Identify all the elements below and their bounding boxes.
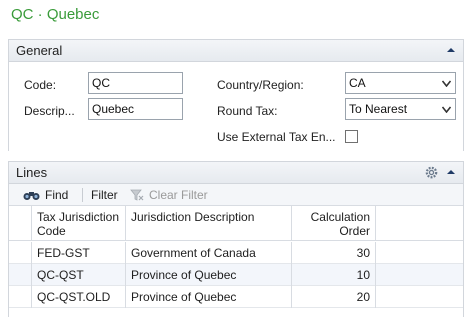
cell-filler (375, 264, 463, 286)
description-label: Descrip... (24, 104, 75, 118)
lines-grid: Tax Jurisdiction Code Jurisdiction Descr… (9, 206, 463, 308)
cell-calculation-order[interactable]: 30 (291, 242, 375, 264)
lines-header[interactable]: Lines (9, 162, 463, 184)
filter-button[interactable]: Filter (91, 188, 118, 202)
cell-filler (375, 286, 463, 308)
cell-calculation-order[interactable]: 10 (291, 264, 375, 286)
clear-filter-label: Clear Filter (149, 188, 208, 202)
cell-filler (375, 242, 463, 264)
lines-toolbar: Find Filter Clear Filter (9, 184, 463, 206)
column-header-jurisdiction-description[interactable]: Jurisdiction Description (125, 206, 291, 241)
filter-label: Filter (91, 188, 118, 202)
country-region-select[interactable]: CA (345, 72, 456, 94)
description-field[interactable]: Quebec (88, 98, 183, 120)
cell-code[interactable]: QC-QST.OLD (31, 286, 125, 308)
table-row[interactable]: FED-GST Government of Canada 30 (9, 242, 463, 264)
general-title: General (16, 43, 63, 58)
cell-code[interactable]: QC-QST (31, 264, 125, 286)
find-button[interactable]: Find (23, 188, 68, 202)
row-selector[interactable] (9, 242, 31, 264)
cell-description[interactable]: Province of Quebec (125, 264, 291, 286)
find-label: Find (45, 188, 69, 202)
code-label: Code: (24, 78, 57, 92)
lines-title: Lines (16, 165, 48, 180)
external-tax-label: Use External Tax En... (217, 130, 336, 144)
code-field[interactable]: QC (88, 72, 183, 94)
table-row[interactable]: QC-QST Province of Quebec 10 (9, 264, 463, 286)
chevron-up-icon[interactable] (445, 165, 457, 179)
gear-icon[interactable] (424, 165, 439, 180)
table-row[interactable]: QC-QST.OLD Province of Quebec 20 (9, 286, 463, 308)
row-selector[interactable] (9, 264, 31, 286)
country-region-label: Country/Region: (217, 78, 304, 92)
lines-fasttab: Lines Find Filter Clear Filter Tax Juris… (8, 161, 464, 317)
clear-filter-button[interactable]: Clear Filter (130, 188, 208, 202)
cell-description[interactable]: Province of Quebec (125, 286, 291, 308)
round-tax-select[interactable]: To Nearest (345, 98, 456, 120)
cell-calculation-order[interactable]: 20 (291, 286, 375, 308)
general-fasttab: General Code: QC Descrip... Quebec Count… (8, 39, 464, 151)
cell-code[interactable]: FED-GST (31, 242, 125, 264)
filler-header (375, 206, 463, 241)
country-region-value: CA (349, 76, 366, 90)
caret-down-icon (442, 106, 451, 113)
round-tax-value: To Nearest (349, 102, 408, 116)
cell-description[interactable]: Government of Canada (125, 242, 291, 264)
round-tax-label: Round Tax: (217, 104, 278, 118)
column-header-calculation-order[interactable]: Calculation Order (291, 206, 375, 241)
caret-down-icon (442, 80, 451, 87)
binoculars-icon (23, 191, 40, 200)
toolbar-divider (82, 188, 83, 202)
external-tax-checkbox[interactable] (345, 130, 358, 143)
general-header[interactable]: General (9, 40, 463, 62)
row-selector-header (9, 206, 31, 241)
chevron-up-icon[interactable] (445, 43, 457, 57)
funnel-x-icon (130, 189, 144, 201)
grid-header: Tax Jurisdiction Code Jurisdiction Descr… (9, 206, 463, 241)
row-selector[interactable] (9, 286, 31, 308)
page-title: QC · Quebec (11, 6, 100, 23)
column-header-tax-jurisdiction-code[interactable]: Tax Jurisdiction Code (31, 206, 125, 241)
